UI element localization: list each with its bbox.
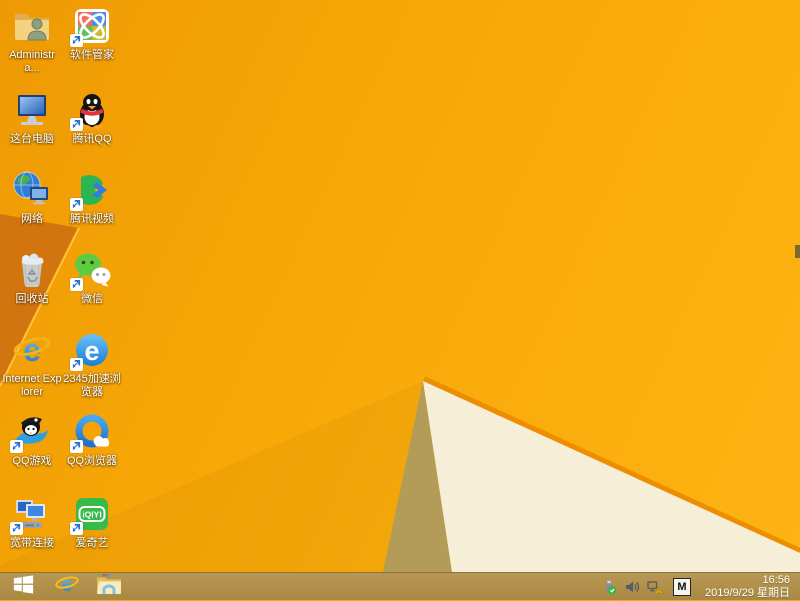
desktop-icon-iqiyi[interactable]: iQIYI 爱奇艺 bbox=[62, 494, 122, 550]
desktop-icon-this-pc[interactable]: 这台电脑 bbox=[2, 90, 62, 146]
wallpaper-facet-cream bbox=[423, 381, 800, 572]
clock-time: 16:56 bbox=[762, 573, 790, 586]
svg-text:iQIYI: iQIYI bbox=[82, 510, 101, 520]
iqiyi-icon: iQIYI bbox=[70, 494, 112, 535]
desktop-icon-label: Internet Explorer bbox=[2, 373, 62, 398]
tencent-qq-icon bbox=[70, 90, 112, 131]
desktop-icon-label: 软件管家 bbox=[70, 49, 114, 61]
desktop-icon-label: 宽带连接 bbox=[10, 537, 54, 549]
desktop-icon-label: 微信 bbox=[81, 293, 103, 305]
desktop-icon-label: 腾讯视频 bbox=[70, 213, 114, 225]
taskbar-ie-button[interactable]: e bbox=[46, 573, 88, 601]
file-explorer-icon bbox=[96, 573, 122, 600]
software-manager-icon bbox=[70, 6, 112, 47]
desktop-icon-label: 腾讯QQ bbox=[72, 133, 112, 145]
wechat-icon bbox=[70, 250, 112, 291]
svg-text:e: e bbox=[84, 336, 99, 366]
usb-safely-remove-icon[interactable] bbox=[600, 578, 617, 595]
shortcut-arrow-icon bbox=[70, 278, 83, 291]
desktop-icon-recycle-bin[interactable]: 回收站 bbox=[2, 250, 62, 306]
shortcut-arrow-icon bbox=[70, 358, 83, 371]
shortcut-arrow-icon bbox=[70, 34, 83, 47]
taskbar-clock[interactable]: 16:56 2019/9/29 星期日 bbox=[705, 574, 794, 600]
shortcut-arrow-icon bbox=[70, 118, 83, 131]
start-button[interactable] bbox=[0, 573, 46, 601]
desktop-icon-wechat[interactable]: 微信 bbox=[62, 250, 122, 306]
desktop-icon-label: 网络 bbox=[21, 213, 43, 225]
user-folder-icon bbox=[12, 6, 52, 46]
recycle-bin-icon bbox=[12, 250, 52, 290]
ime-indicator[interactable]: M bbox=[673, 577, 691, 596]
desktop-icon-label: QQ浏览器 bbox=[66, 455, 118, 467]
internet-explorer-icon: e bbox=[12, 330, 52, 370]
system-tray: M 16:56 2019/9/29 星期日 bbox=[600, 574, 800, 600]
browser-2345-icon: e bbox=[70, 330, 112, 371]
desktop-icon-tencent-qq[interactable]: 腾讯QQ bbox=[62, 90, 122, 146]
desktop-icon-network[interactable]: 网络 bbox=[2, 170, 62, 226]
network-warning-icon[interactable] bbox=[646, 578, 663, 595]
desktop-icon-broadband[interactable]: 宽带连接 bbox=[2, 494, 62, 550]
taskbar: e M 16:56 2019/9/29 星期日 bbox=[0, 572, 800, 600]
desktop-icon-qq-game[interactable]: QQ游戏 bbox=[2, 412, 62, 468]
desktop-icon-qq-browser[interactable]: QQ浏览器 bbox=[62, 412, 122, 468]
shortcut-arrow-icon bbox=[70, 440, 83, 453]
clock-date: 2019/9/29 星期日 bbox=[705, 586, 790, 599]
shortcut-arrow-icon bbox=[70, 522, 83, 535]
desktop-icon-tencent-video[interactable]: 腾讯视频 bbox=[62, 170, 122, 226]
desktop-icon-browser-2345[interactable]: e 2345加速浏览器 bbox=[62, 330, 122, 399]
this-pc-icon bbox=[12, 90, 52, 130]
shortcut-arrow-icon bbox=[70, 198, 83, 211]
qq-game-icon bbox=[10, 412, 52, 453]
shortcut-arrow-icon bbox=[10, 440, 23, 453]
qq-browser-icon bbox=[70, 412, 112, 453]
desktop-icon-label: 回收站 bbox=[15, 293, 49, 305]
desktop-icon-label: 爱奇艺 bbox=[75, 537, 109, 549]
desktop-icon-internet-explorer[interactable]: e Internet Explorer bbox=[2, 330, 62, 399]
desktop-icon-label: Administra... bbox=[9, 49, 55, 74]
network-icon bbox=[12, 170, 52, 210]
taskbar-file-explorer-button[interactable] bbox=[88, 573, 130, 601]
internet-explorer-icon: e bbox=[55, 572, 79, 601]
desktop-icon-software-manager[interactable]: 软件管家 bbox=[62, 6, 122, 62]
desktop-icon-label: QQ游戏 bbox=[12, 455, 52, 467]
desktop-icon-label: 2345加速浏览器 bbox=[63, 373, 121, 398]
desktop-icon-label: 这台电脑 bbox=[10, 133, 54, 145]
tencent-video-icon bbox=[70, 170, 112, 211]
shortcut-arrow-icon bbox=[10, 522, 23, 535]
broadband-icon bbox=[10, 494, 52, 535]
volume-icon[interactable] bbox=[623, 578, 640, 595]
windows-logo-icon bbox=[13, 574, 34, 600]
desktop-icon-user-folder[interactable]: Administra... bbox=[2, 6, 62, 75]
wallpaper-edge-notch bbox=[795, 245, 800, 258]
